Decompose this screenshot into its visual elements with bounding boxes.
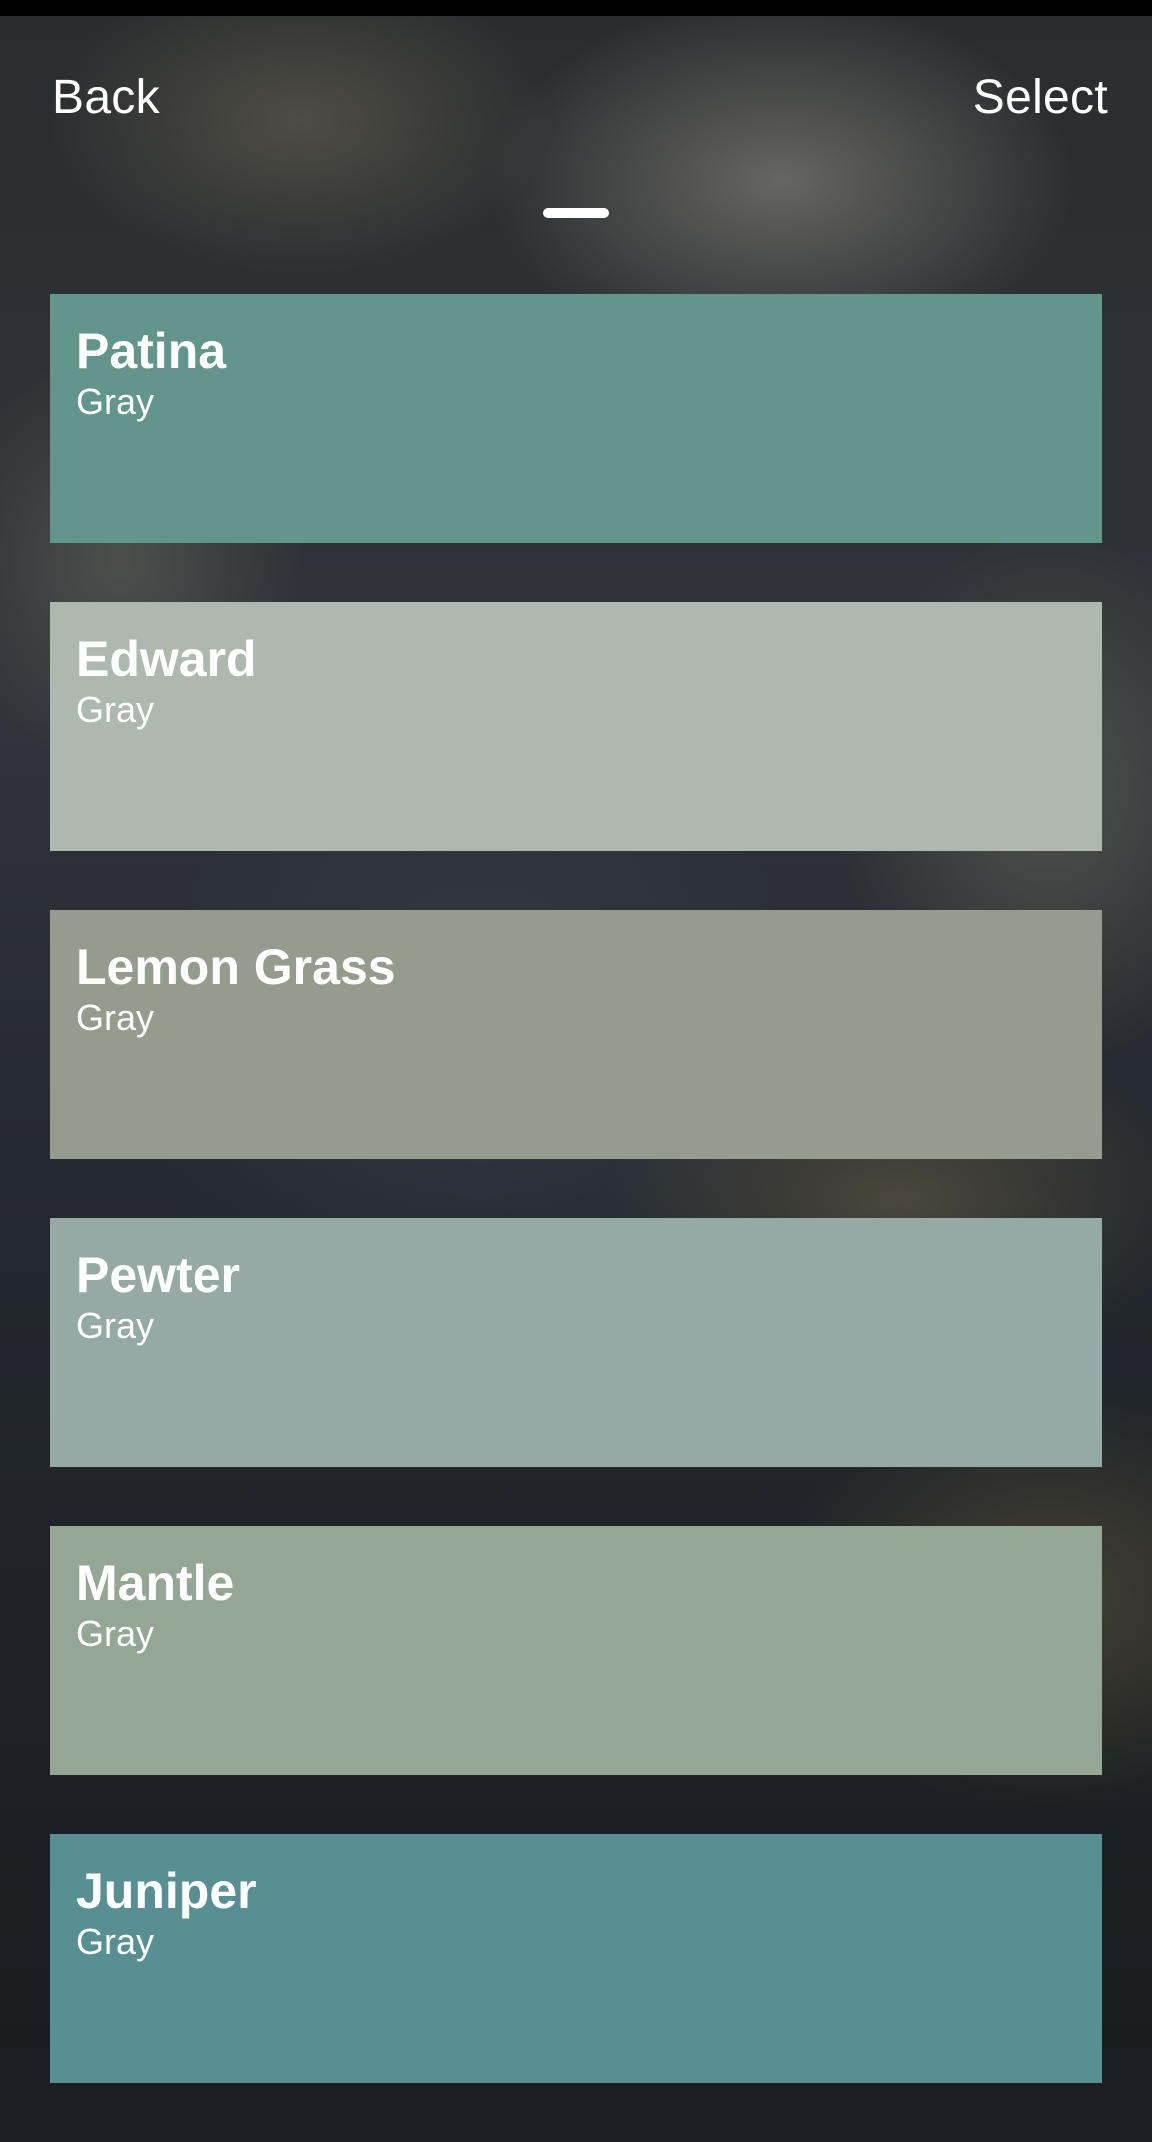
color-swatch-card[interactable]: Lemon Grass Gray (50, 910, 1102, 1159)
swatch-family: Gray (76, 689, 155, 730)
color-swatch-card[interactable]: Pewter Gray (50, 1218, 1102, 1467)
select-button[interactable]: Select (973, 68, 1108, 128)
back-button[interactable]: Back (52, 68, 160, 128)
color-swatch-card[interactable]: Mantle Gray (50, 1526, 1102, 1775)
swatch-name: Lemon Grass (76, 939, 396, 995)
swatch-family: Gray (76, 1613, 155, 1654)
swatch-family: Gray (76, 1921, 155, 1962)
swatch-name: Mantle (76, 1555, 235, 1611)
swatch-name: Pewter (76, 1247, 240, 1303)
color-swatch-card[interactable]: Juniper Gray (50, 1834, 1102, 2083)
sheet-grabber-handle[interactable] (543, 208, 609, 218)
swatch-name: Juniper (76, 1863, 257, 1919)
swatch-family: Gray (76, 997, 155, 1038)
color-swatch-list: Patina Gray Edward Gray Lemon Grass Gray… (50, 294, 1102, 2142)
color-swatch-card[interactable]: Edward Gray (50, 602, 1102, 851)
status-bar (0, 0, 1152, 16)
swatch-family: Gray (76, 381, 155, 422)
swatch-name: Edward (76, 631, 257, 687)
color-swatch-card[interactable]: Patina Gray (50, 294, 1102, 543)
swatch-family: Gray (76, 1305, 155, 1346)
swatch-name: Patina (76, 323, 227, 379)
